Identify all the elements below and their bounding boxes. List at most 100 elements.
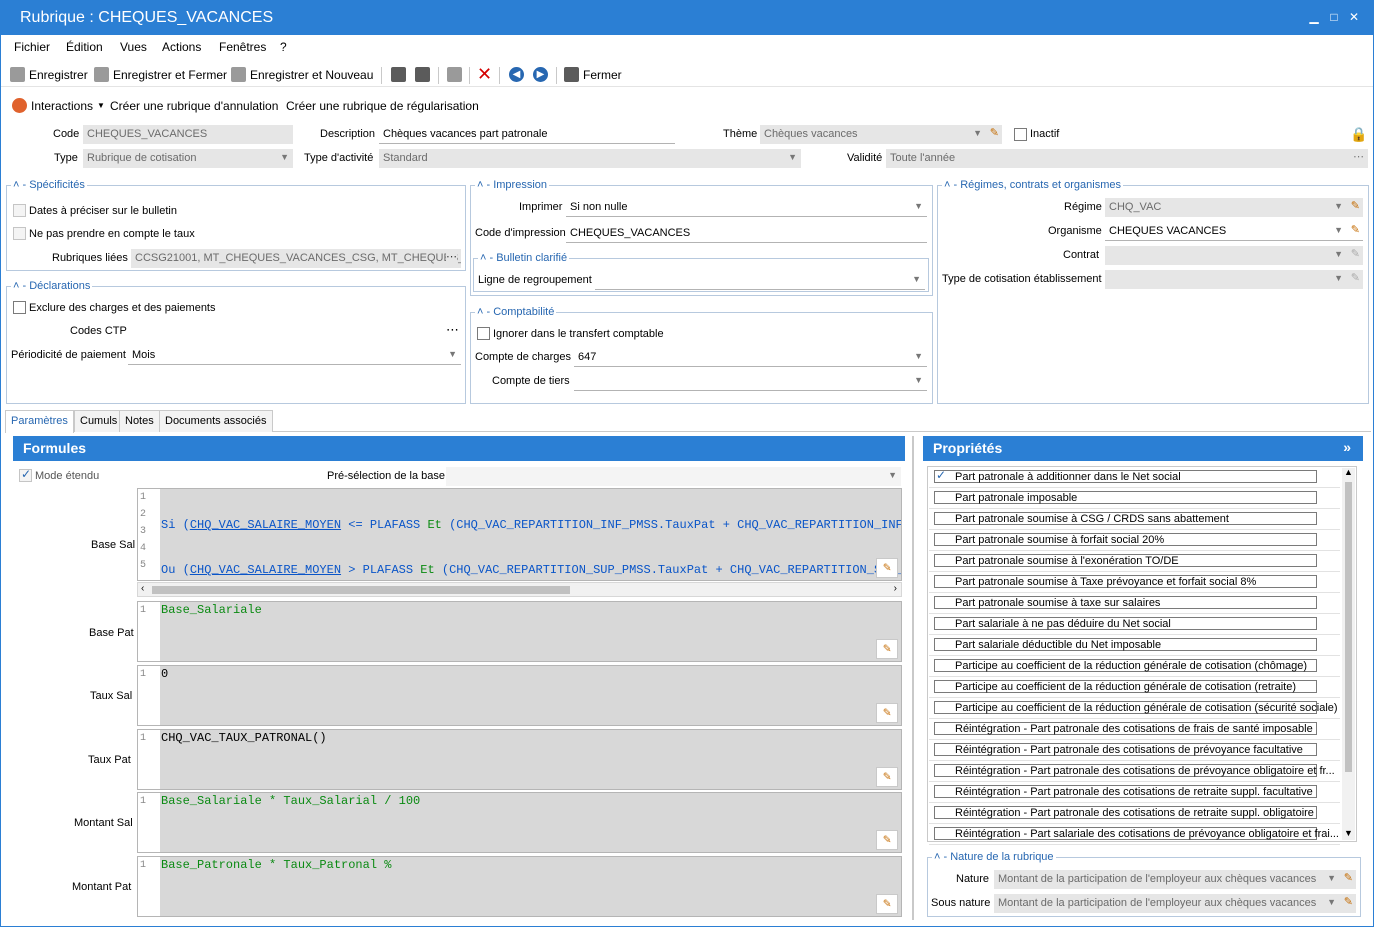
save-close-button[interactable]: Enregistrer et Fermer [94, 67, 227, 82]
scroll-down-icon[interactable]: ▼ [1344, 828, 1353, 838]
print-preview-button[interactable] [415, 67, 430, 82]
taux-pat-editor[interactable]: 1 CHQ_VAC_TAUX_PATRONAL() ✎ [137, 729, 902, 790]
tab-cumuls[interactable]: Cumuls [74, 410, 124, 432]
inactive-checkbox[interactable] [1014, 128, 1027, 141]
copy-button[interactable] [447, 67, 462, 82]
impression-title[interactable]: ˄ - Impression [475, 179, 549, 191]
contract-select[interactable]: ▼ ✎ [1105, 246, 1363, 265]
edit-pencil-icon[interactable]: ✎ [876, 558, 898, 578]
group-line-select[interactable]: ▼ [595, 271, 925, 290]
tab-documents[interactable]: Documents associés [159, 410, 273, 432]
theme-select[interactable]: Chèques vacances ▼ ✎ [760, 125, 1002, 144]
org-select[interactable]: CHEQUES VACANCES ▼ ✎ [1105, 222, 1363, 241]
property-row[interactable]: Réintégration - Part patronale des cotis… [929, 719, 1340, 740]
property-row[interactable]: Part salariale déductible du Net imposab… [929, 635, 1340, 656]
property-row[interactable]: Réintégration - Part patronale des cotis… [929, 803, 1340, 824]
property-row[interactable]: Participe au coefficient de la réduction… [929, 698, 1340, 719]
menu-help[interactable]: ? [280, 40, 287, 54]
taux-checkbox[interactable] [13, 227, 26, 240]
specificites-title[interactable]: ˄ - Spécificités [11, 179, 87, 191]
tiers-select[interactable]: ▼ [574, 372, 927, 391]
regul-rubric-button[interactable]: Créer une rubrique de régularisation [286, 99, 479, 113]
properties-vscrollbar[interactable]: ▲ ▼ [1342, 467, 1355, 840]
base-sal-editor[interactable]: 12345 Si (CHQ_VAC_SALAIRE_MOYEN <= PLAFA… [137, 488, 902, 581]
activity-select[interactable]: Standard ▼ [379, 149, 801, 168]
interactions-button[interactable]: Interactions ▼ [12, 98, 105, 113]
menu-fichier[interactable]: Fichier [14, 40, 50, 54]
menu-edition[interactable]: Édition [66, 40, 103, 54]
pencil-icon[interactable]: ✎ [1344, 895, 1353, 908]
cancel-rubric-button[interactable]: Créer une rubrique d'annulation [110, 99, 278, 113]
nature-title[interactable]: ˄ - Nature de la rubrique [932, 851, 1056, 863]
clarified-title[interactable]: ˄ - Bulletin clarifié [478, 252, 570, 264]
property-row[interactable]: Part patronale à additionner dans le Net… [929, 467, 1340, 488]
cotis-type-select[interactable]: ▼ ✎ [1105, 270, 1363, 289]
edit-pencil-icon[interactable]: ✎ [876, 639, 898, 659]
charges-select[interactable]: 647 ▼ [574, 348, 927, 367]
menu-fenetres[interactable]: Fenêtres [219, 40, 266, 54]
ctp-more-icon[interactable]: ⋯ [446, 322, 459, 338]
print-button[interactable] [391, 67, 406, 82]
pencil-icon[interactable]: ✎ [1344, 871, 1353, 884]
lock-icon[interactable]: 🔒 [1350, 126, 1367, 143]
tab-parametres[interactable]: Paramètres [5, 410, 74, 433]
regime-select[interactable]: CHQ_VAC ▼ ✎ [1105, 198, 1363, 217]
menu-vues[interactable]: Vues [120, 40, 147, 54]
extended-mode-checkbox[interactable] [19, 467, 32, 482]
linked-field[interactable]: CCSG21001, MT_CHEQUES_VACANCES_CSG, MT_C… [131, 249, 461, 268]
print-select[interactable]: Si non nulle ▼ [566, 198, 927, 217]
nature-select[interactable]: Montant de la participation de l'employe… [994, 870, 1356, 889]
property-row[interactable]: Part patronale soumise à CSG / CRDS sans… [929, 509, 1340, 530]
property-row[interactable]: Réintégration - Part patronale des cotis… [929, 740, 1340, 761]
montant-pat-editor[interactable]: 1 Base_Patronale * Taux_Patronal % ✎ [137, 856, 902, 917]
edit-pencil-icon[interactable]: ✎ [876, 703, 898, 723]
property-row[interactable]: Part patronale soumise à l'exonération T… [929, 551, 1340, 572]
property-row[interactable]: Part patronale soumise à forfait social … [929, 530, 1340, 551]
print-code-field[interactable]: CHEQUES_VACANCES [566, 224, 927, 243]
more-icon[interactable]: ⋯ [446, 250, 457, 263]
collapse-panel-icon[interactable]: » [1343, 439, 1351, 455]
montant-sal-editor[interactable]: 1 Base_Salariale * Taux_Salarial / 100 ✎ [137, 792, 902, 853]
validity-field[interactable]: Toute l'année ⋯ [886, 149, 1368, 168]
minimize-icon[interactable]: ▁ [1307, 10, 1321, 24]
declarations-title[interactable]: ˄ - Déclarations [11, 280, 93, 292]
property-row[interactable]: Part patronale soumise à Taxe prévoyance… [929, 572, 1340, 593]
edit-pencil-icon[interactable]: ✎ [876, 767, 898, 787]
subnature-select[interactable]: Montant de la participation de l'employe… [994, 894, 1356, 913]
previous-button[interactable]: ◀ [509, 67, 524, 82]
property-row[interactable]: Réintégration - Part patronale des cotis… [929, 782, 1340, 803]
tab-notes[interactable]: Notes [119, 410, 160, 432]
ignore-checkbox[interactable] [477, 327, 490, 340]
property-row[interactable]: Réintégration - Part salariale des cotis… [929, 824, 1340, 845]
property-row[interactable]: Part patronale soumise à taxe sur salair… [929, 593, 1340, 614]
maximize-icon[interactable]: □ [1327, 10, 1341, 24]
taux-sal-editor[interactable]: 1 0 ✎ [137, 665, 902, 726]
menu-actions[interactable]: Actions [162, 40, 201, 54]
edit-pencil-icon[interactable]: ✎ [876, 894, 898, 914]
regimes-title[interactable]: ˄ - Régimes, contrats et organismes [942, 179, 1123, 191]
pencil-icon[interactable]: ✎ [1351, 199, 1360, 212]
property-row[interactable]: Réintégration - Part patronale des cotis… [929, 761, 1340, 782]
scroll-right-icon[interactable]: › [894, 583, 897, 594]
delete-button[interactable]: ✕ [477, 65, 492, 83]
pencil-icon[interactable]: ✎ [990, 126, 999, 139]
dates-checkbox[interactable] [13, 204, 26, 217]
exclude-checkbox[interactable] [13, 301, 26, 314]
pencil-icon[interactable]: ✎ [1351, 271, 1360, 284]
scroll-thumb[interactable] [152, 586, 570, 594]
close-icon[interactable]: ✕ [1347, 10, 1361, 24]
code-field[interactable]: CHEQUES_VACANCES [83, 125, 293, 144]
periodicity-select[interactable]: Mois ▼ [128, 346, 461, 365]
property-row[interactable]: Part salariale à ne pas déduire du Net s… [929, 614, 1340, 635]
next-button[interactable]: ▶ [533, 67, 548, 82]
base-pat-editor[interactable]: 1 Base_Salariale ✎ [137, 601, 902, 662]
scroll-left-icon[interactable]: ‹ [141, 583, 144, 594]
preselect-select[interactable]: ▼ [446, 467, 901, 486]
close-button[interactable]: Fermer [564, 67, 622, 82]
save-button[interactable]: Enregistrer [10, 67, 88, 82]
scroll-thumb[interactable] [1345, 482, 1352, 772]
type-select[interactable]: Rubrique de cotisation ▼ [83, 149, 293, 168]
save-new-button[interactable]: Enregistrer et Nouveau [231, 67, 373, 82]
pencil-icon[interactable]: ✎ [1351, 223, 1360, 236]
edit-pencil-icon[interactable]: ✎ [876, 830, 898, 850]
